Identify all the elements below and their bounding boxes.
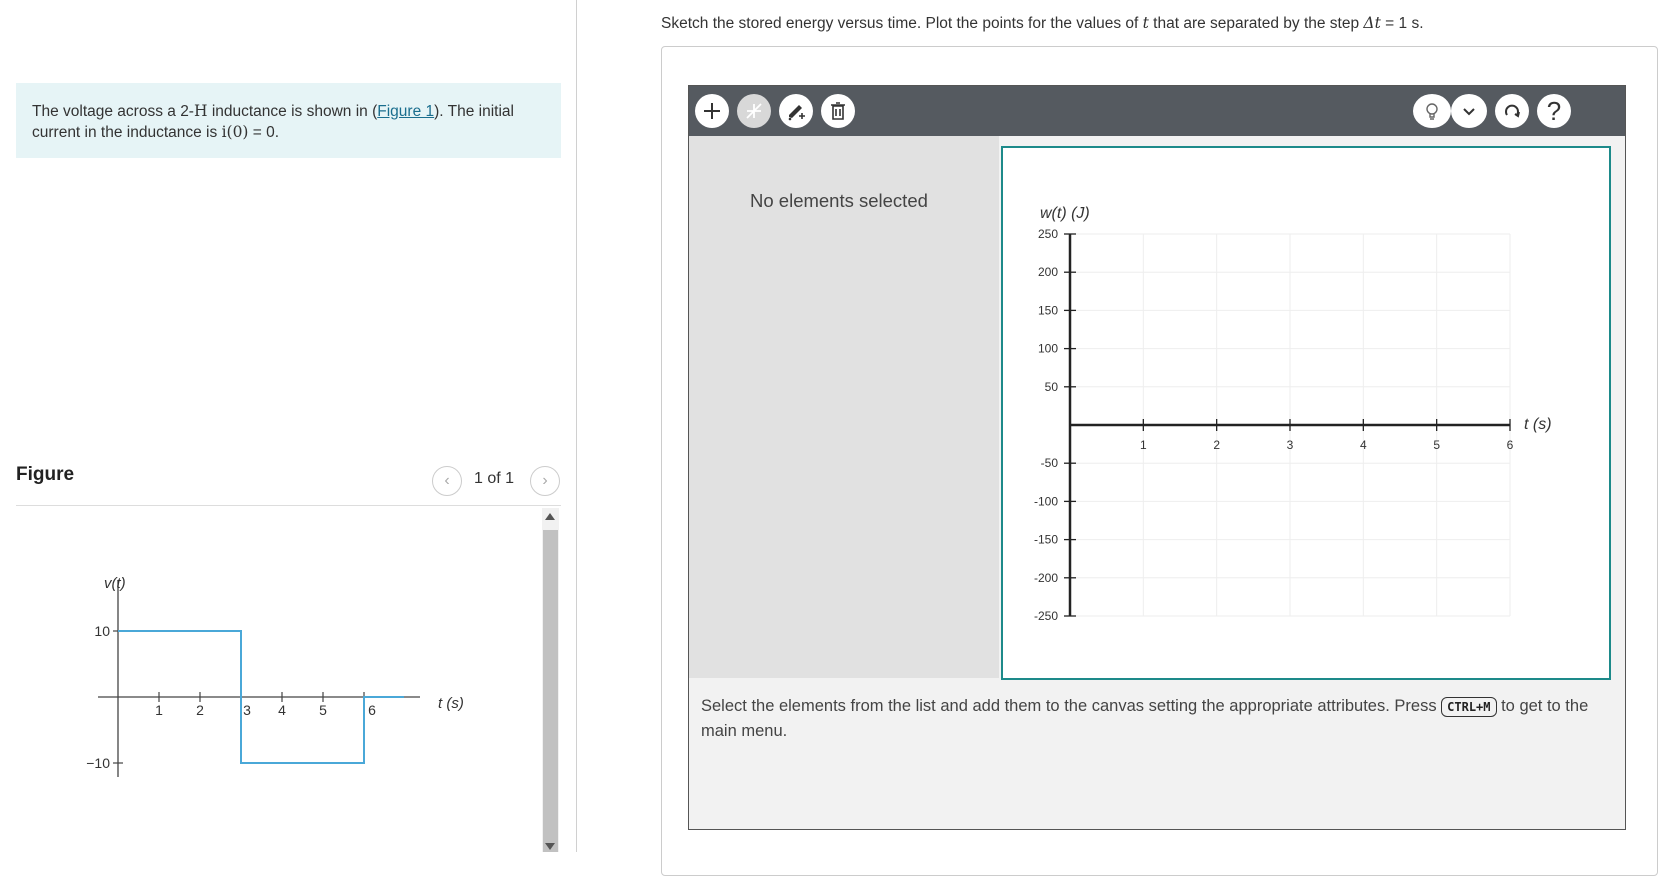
reset-button[interactable] [1495, 94, 1529, 128]
problem-statement: The voltage across a 2-H inductance is s… [16, 83, 561, 158]
scroll-up-icon[interactable] [544, 512, 556, 522]
tool-toolbar: ? [689, 86, 1625, 136]
chart-y-tick-label: 150 [1038, 303, 1058, 317]
y-tick-labels: 250 200 150 100 50 -50 -100 -150 -200 -250 [1034, 227, 1058, 623]
scroll-down-icon[interactable] [544, 842, 556, 852]
no-elements-label: No elements selected [750, 190, 928, 211]
shortcut-key: CTRL+M [1441, 697, 1497, 717]
unit-henry: H [193, 102, 208, 120]
prev-figure-button[interactable]: ‹ [432, 466, 462, 496]
chevron-right-icon: › [542, 472, 548, 489]
chart-x-tick-label: 5 [1433, 438, 1440, 452]
chart-y-tick-label: -100 [1034, 494, 1058, 508]
figure-title: Figure [16, 464, 75, 485]
figure-xlabel: t (s) [438, 695, 464, 712]
chart-ylabel: w(t) (J) [1040, 205, 1090, 222]
help-part: Select the elements from the list and ad… [701, 697, 1442, 715]
add-line-button[interactable] [737, 94, 771, 128]
delete-button[interactable] [821, 94, 855, 128]
figure-x-tick-label: 6 [368, 702, 376, 718]
instruction-text: Sketch the stored energy versus time. Pl… [661, 14, 1424, 33]
x-tick-labels: 1 2 3 4 5 6 [1140, 438, 1514, 452]
figure-y-tick-label: −10 [86, 755, 110, 771]
figure-x-tick-label: 4 [278, 702, 286, 718]
more-options-button[interactable] [1451, 94, 1487, 128]
add-point-button[interactable] [695, 94, 729, 128]
chart-y-tick-label: -200 [1034, 571, 1058, 585]
pen-edit-icon [788, 105, 805, 121]
edit-button[interactable] [779, 94, 813, 128]
chart-xlabel: t (s) [1524, 416, 1552, 433]
figure-x-tick-label: 3 [243, 702, 251, 718]
panel-divider [576, 0, 577, 852]
figure-y-tick-label: 10 [94, 623, 110, 639]
chart-x-tick-label: 2 [1213, 438, 1220, 452]
figure-pager: 1 of 1 [474, 470, 515, 487]
add-point-icon [704, 103, 720, 119]
problem-text: inductance is shown in ( [207, 103, 378, 120]
chart-y-tick-label: 50 [1045, 380, 1059, 394]
add-line-icon [746, 103, 762, 119]
figure-link[interactable]: Figure 1 [377, 103, 434, 120]
chart-y-tick-label: 250 [1038, 227, 1058, 241]
reset-icon [1505, 104, 1520, 118]
instruction-part: Sketch the stored energy versus time. Pl… [661, 15, 1143, 32]
problem-text: = 0. [248, 124, 280, 141]
delta-t: Δt [1363, 14, 1381, 32]
chart-y-tick-label: -50 [1041, 456, 1059, 470]
instruction-part: = 1 s. [1380, 15, 1424, 32]
next-figure-button[interactable]: › [530, 466, 560, 496]
figure-ylabel: v(t) [104, 575, 126, 592]
chart-y-tick-label: -250 [1034, 609, 1058, 623]
chart-y-tick-label: -150 [1034, 533, 1058, 547]
chart-x-tick-label: 4 [1360, 438, 1367, 452]
chart-axes [1064, 233, 1511, 617]
chart-y-tick-label: 200 [1038, 265, 1058, 279]
chart-x-tick-label: 6 [1507, 438, 1514, 452]
scrollbar-thumb[interactable] [543, 530, 558, 852]
initial-condition: i(0) [221, 123, 249, 141]
chart-y-tick-label: 100 [1038, 342, 1058, 356]
problem-text: The voltage across a 2- [32, 103, 194, 120]
figure-x-tick-label: 2 [196, 702, 204, 718]
chevron-left-icon: ‹ [444, 472, 450, 489]
chevron-down-icon [1463, 108, 1475, 116]
chart-x-tick-label: 3 [1287, 438, 1294, 452]
graph-canvas[interactable]: 250 200 150 100 50 -50 -100 -150 -200 -250 1 2 3 4 5 6… [1001, 146, 1611, 680]
figure-x-tick-label: 5 [319, 702, 327, 718]
divider [16, 505, 561, 506]
chart-x-tick-label: 1 [1140, 438, 1147, 452]
help-icon: ? [1546, 95, 1562, 126]
hint-lightbulb-icon [1426, 103, 1438, 120]
help-button[interactable]: ? [1537, 94, 1571, 128]
help-text: Select the elements from the list and ad… [701, 694, 1611, 744]
instruction-part: that are separated by the step [1148, 15, 1364, 32]
energy-chart[interactable]: 250 200 150 100 50 -50 -100 -150 -200 -250 1 2 3 4 5 6… [1003, 148, 1609, 678]
figure-axes: 10 −10 1 2 3 4 5 6 [86, 580, 420, 777]
voltage-figure: 10 −10 1 2 3 4 5 6 v(t) t (s) [86, 575, 464, 777]
figure-x-tick-label: 1 [155, 702, 163, 718]
elements-panel [689, 136, 999, 678]
trash-icon [831, 102, 845, 120]
hint-button[interactable] [1413, 94, 1451, 128]
